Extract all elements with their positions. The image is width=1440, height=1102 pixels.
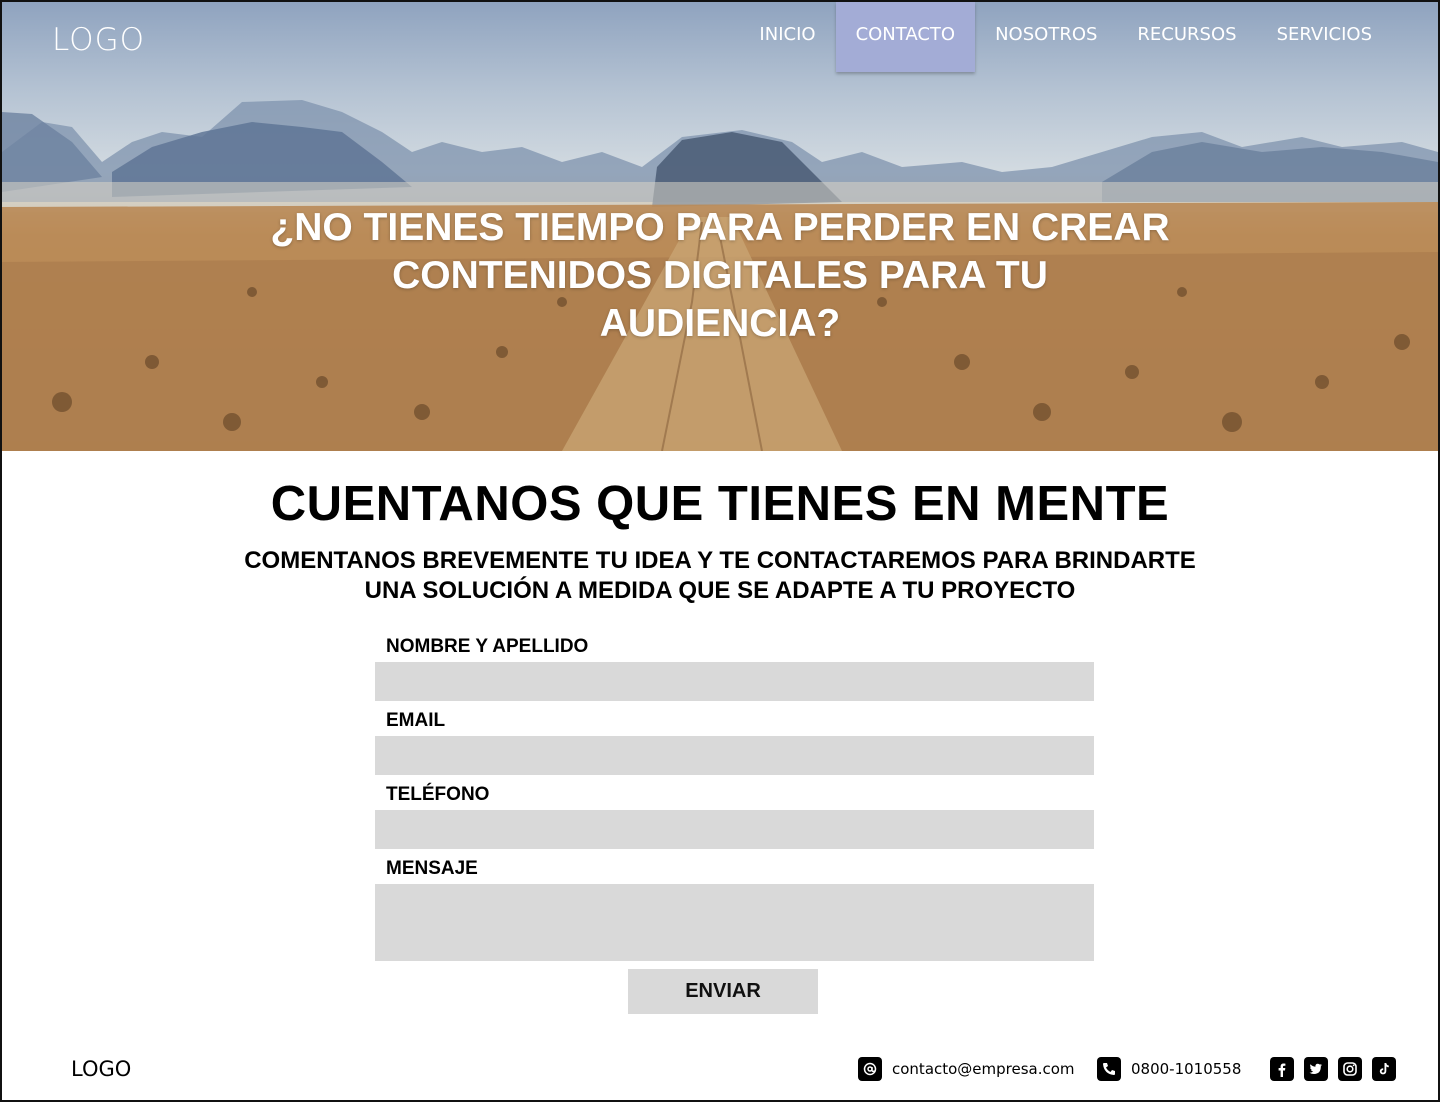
facebook-icon[interactable] (1270, 1057, 1294, 1081)
footer-email-text: contacto@empresa.com (892, 1060, 1075, 1078)
nav-item-contacto[interactable]: CONTACTO (835, 2, 976, 72)
page-frame: LOGO INICIO CONTACTO NOSOTROS RECURSOS S… (0, 0, 1440, 1102)
footer-email[interactable]: contacto@empresa.com (858, 1057, 1075, 1081)
subtitle-line: UNA SOLUCIÓN A MEDIDA QUE SE ADAPTE A TU… (364, 577, 1076, 604)
phone-label: TELÉFONO (386, 784, 490, 805)
hero-title-line: CONTENIDOS DIGITALES PARA TU (392, 254, 1048, 297)
hero-title-line: AUDIENCIA? (599, 302, 841, 345)
phone-icon (1097, 1057, 1121, 1081)
nav-item-servicios[interactable]: SERVICIOS (1257, 2, 1392, 72)
name-label: NOMBRE Y APELLIDO (386, 636, 589, 657)
nav-item-inicio[interactable]: INICIO (739, 2, 835, 72)
footer-phone[interactable]: 0800-1010558 (1097, 1057, 1241, 1081)
tiktok-icon[interactable] (1372, 1057, 1396, 1081)
main-nav: INICIO CONTACTO NOSOTROS RECURSOS SERVIC… (739, 2, 1392, 72)
message-field[interactable] (375, 884, 1094, 961)
contact-form: NOMBRE Y APELLIDO EMAIL TELÉFONO MENSAJE (375, 632, 1094, 961)
nav-item-nosotros[interactable]: NOSOTROS (975, 2, 1117, 72)
name-field[interactable] (375, 662, 1094, 701)
social-links (1270, 1057, 1396, 1081)
section-subtitle: COMENTANOS BREVEMENTE TU IDEA Y TE CONTA… (2, 546, 1438, 606)
instagram-icon[interactable] (1338, 1057, 1362, 1081)
section-title: CUENTANOS QUE TIENES EN MENTE (270, 477, 1170, 531)
email-label: EMAIL (386, 710, 446, 731)
footer-logo[interactable]: LOGO (71, 1057, 131, 1081)
hero-title: ¿NO TIENES TIEMPO PARA PERDER EN CREAR C… (2, 204, 1438, 348)
email-field[interactable] (375, 736, 1094, 775)
message-label: MENSAJE (386, 858, 478, 879)
send-button[interactable]: ENVIAR (628, 969, 818, 1014)
subtitle-line: COMENTANOS BREVEMENTE TU IDEA Y TE CONTA… (244, 547, 1196, 574)
hero-title-line: ¿NO TIENES TIEMPO PARA PERDER EN CREAR (270, 206, 1170, 249)
nav-item-recursos[interactable]: RECURSOS (1117, 2, 1256, 72)
hero-banner: LOGO INICIO CONTACTO NOSOTROS RECURSOS S… (2, 2, 1438, 451)
at-icon (858, 1057, 882, 1081)
twitter-icon[interactable] (1304, 1057, 1328, 1081)
header-logo[interactable]: LOGO (52, 22, 145, 58)
footer-phone-text: 0800-1010558 (1131, 1060, 1242, 1078)
phone-field[interactable] (375, 810, 1094, 849)
